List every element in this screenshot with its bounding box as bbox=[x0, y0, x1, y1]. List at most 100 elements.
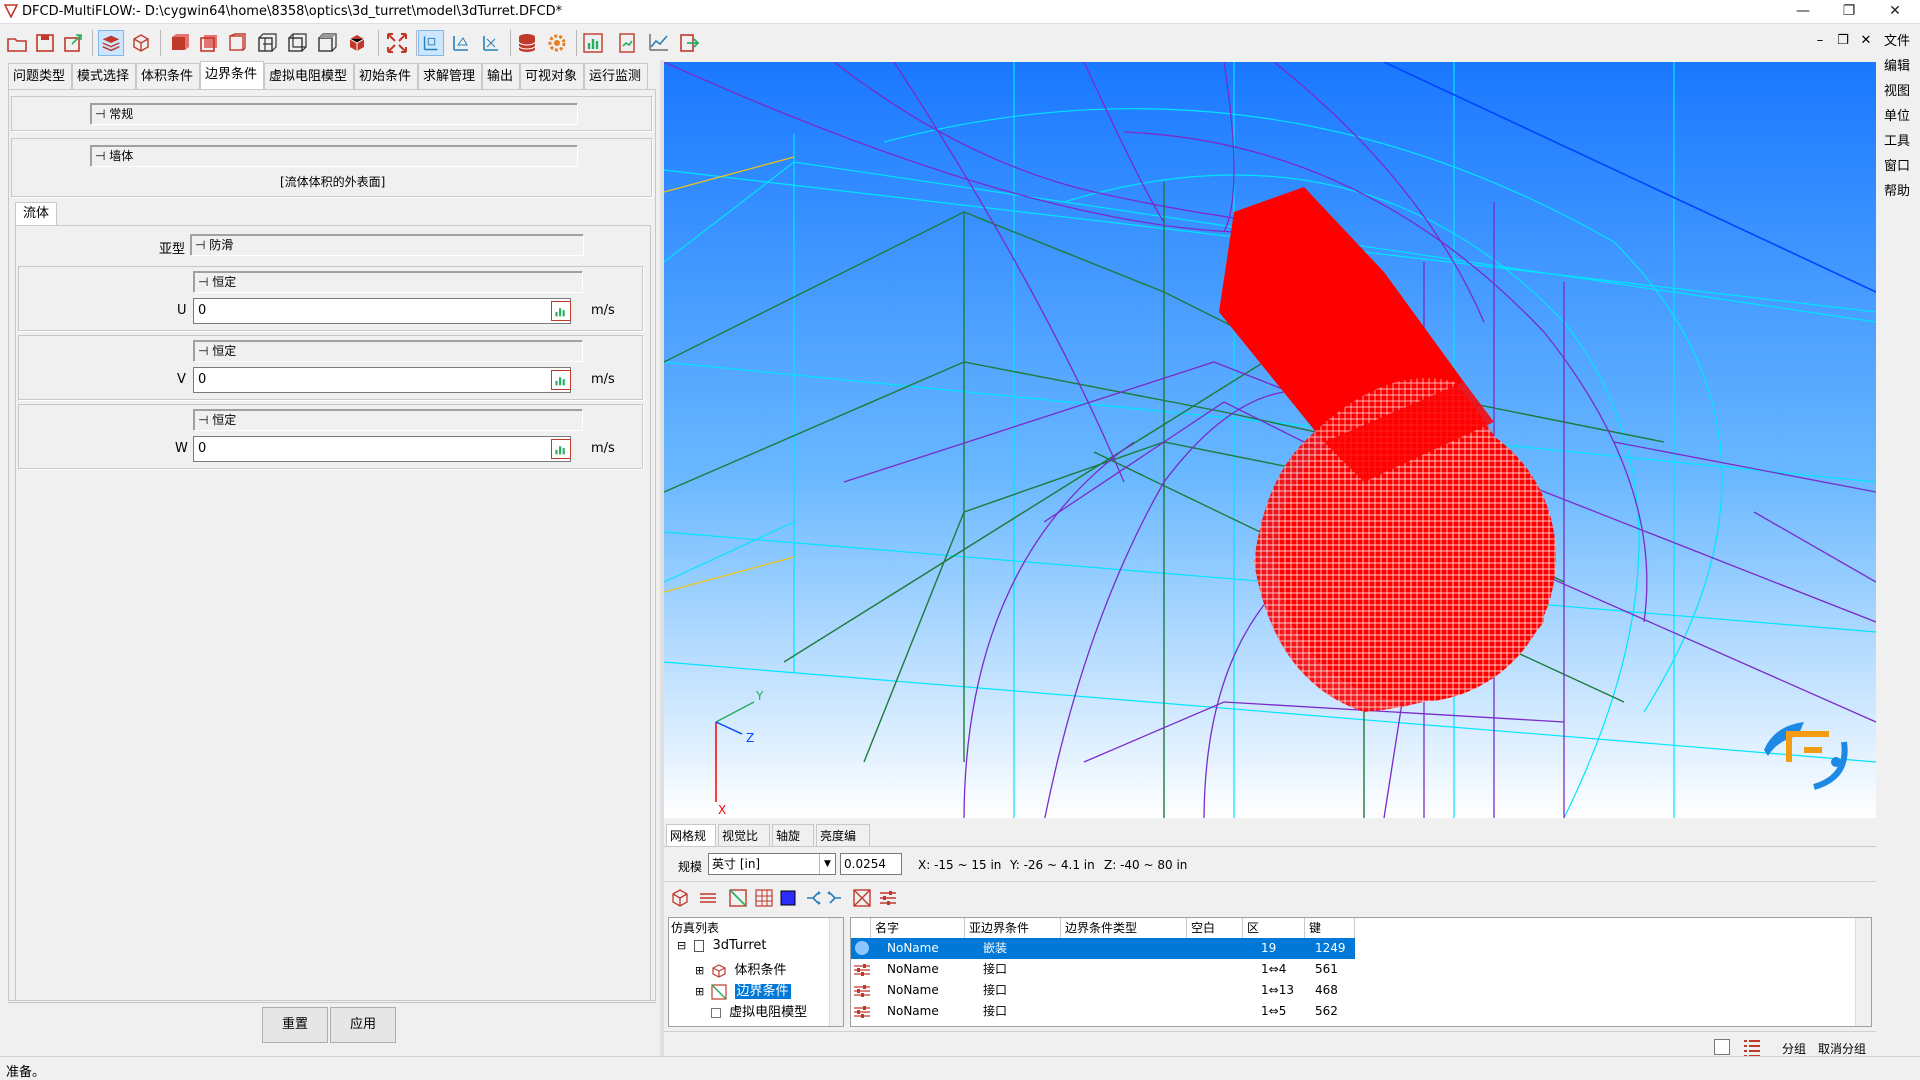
col-header-boundary-type[interactable]: 边界条件类型 bbox=[1061, 918, 1187, 938]
mdi-restore-button[interactable]: ❐ bbox=[1834, 32, 1852, 50]
col-header-sub-boundary[interactable]: 亚边界条件 bbox=[965, 918, 1061, 938]
u-profile-chart-icon[interactable] bbox=[551, 301, 571, 321]
tab-output[interactable]: 输出 bbox=[482, 63, 520, 89]
database-icon[interactable] bbox=[514, 30, 540, 56]
subtype-selector[interactable]: ⊣ 防滑 bbox=[190, 234, 584, 256]
tree-item-virtual-resistance[interactable]: 虚拟电阻模型 bbox=[711, 1001, 807, 1020]
expand-icon[interactable]: ⊞ bbox=[695, 985, 704, 998]
menu-file[interactable]: 文件 bbox=[1884, 30, 1910, 49]
menu-help[interactable]: 帮助 bbox=[1884, 180, 1910, 199]
unit-select[interactable]: 英寸 [in] ▼ bbox=[708, 853, 836, 875]
w-profile-chart-icon[interactable] bbox=[551, 439, 571, 459]
axis-view-3-icon[interactable] bbox=[478, 30, 504, 56]
bar-chart-icon[interactable] bbox=[580, 30, 606, 56]
delete-boundary-icon[interactable] bbox=[852, 888, 872, 908]
tab-solver-management[interactable]: 求解管理 bbox=[418, 63, 482, 89]
minimize-button[interactable]: — bbox=[1780, 0, 1826, 24]
mdi-minimize-button[interactable]: – bbox=[1811, 32, 1829, 50]
split-arrows-icon[interactable] bbox=[804, 888, 824, 908]
merge-arrows-icon[interactable] bbox=[824, 888, 844, 908]
volume-cube-icon[interactable] bbox=[670, 888, 690, 908]
cube-wire-icon[interactable] bbox=[128, 30, 154, 56]
color-square-icon[interactable] bbox=[778, 888, 798, 908]
v-mode-selector[interactable]: ⊣ 恒定 bbox=[193, 340, 583, 362]
group-checkbox[interactable] bbox=[1714, 1039, 1730, 1055]
menu-tools[interactable]: 工具 bbox=[1884, 130, 1910, 149]
table-row[interactable]: NoName 接口 1⇔5 562 bbox=[851, 1001, 1355, 1022]
table-scrollbar[interactable] bbox=[1855, 918, 1871, 1026]
menu-edit[interactable]: 编辑 bbox=[1884, 55, 1910, 74]
general-header[interactable]: ⊣ 常规 bbox=[90, 103, 578, 125]
v-profile-chart-icon[interactable] bbox=[551, 370, 571, 390]
fit-view-icon[interactable] bbox=[384, 30, 410, 56]
wall-header[interactable]: ⊣ 墙体 bbox=[90, 145, 578, 167]
ungroup-button[interactable]: 取消分组 bbox=[1818, 1040, 1866, 1057]
tab-volume-conditions[interactable]: 体积条件 bbox=[136, 63, 200, 89]
col-header-name[interactable]: 名字 bbox=[871, 918, 965, 938]
table-row[interactable]: NoName 接口 1⇔4 561 bbox=[851, 959, 1355, 980]
grid-mesh-icon[interactable] bbox=[754, 888, 774, 908]
u-mode-selector[interactable]: ⊣ 恒定 bbox=[193, 271, 583, 293]
axis-view-2-icon[interactable] bbox=[448, 30, 474, 56]
tab-axis-rotation[interactable]: 轴旋转 bbox=[772, 824, 814, 865]
restore-button[interactable]: ❐ bbox=[1826, 0, 1872, 24]
expand-icon[interactable]: ⊞ bbox=[695, 964, 704, 977]
box-front-icon[interactable] bbox=[196, 30, 222, 56]
tree-item-boundary-conditions[interactable]: ⊞ 边界条件 bbox=[695, 980, 791, 1000]
reset-button[interactable]: 重置 bbox=[262, 1007, 328, 1043]
tab-problem-type[interactable]: 问题类型 bbox=[8, 63, 72, 89]
export-icon[interactable] bbox=[60, 30, 86, 56]
list-view-icon[interactable] bbox=[1742, 1037, 1762, 1057]
u-value-input[interactable]: 0 bbox=[193, 298, 571, 324]
box-side-icon[interactable] bbox=[224, 30, 250, 56]
axis-view-1-icon[interactable] bbox=[418, 30, 444, 56]
tree-item-3dturret[interactable]: ⊟ 3dTurret bbox=[677, 938, 767, 953]
boundary-lines-icon[interactable] bbox=[698, 888, 718, 908]
tab-visual-scale[interactable]: 视觉比例 bbox=[718, 824, 770, 865]
tab-run-monitor[interactable]: 运行监测 bbox=[584, 63, 648, 89]
menu-units[interactable]: 单位 bbox=[1884, 105, 1910, 124]
exit-icon[interactable] bbox=[676, 30, 702, 56]
col-header-key[interactable]: 键 bbox=[1305, 918, 1355, 938]
box-grid-icon[interactable] bbox=[254, 30, 280, 56]
layers-icon[interactable] bbox=[98, 30, 124, 56]
close-button[interactable]: ✕ bbox=[1872, 0, 1918, 24]
red-cube-icon[interactable] bbox=[344, 30, 370, 56]
tab-mesh-scale[interactable]: 网格规模 bbox=[666, 824, 716, 865]
w-mode-selector[interactable]: ⊣ 恒定 bbox=[193, 409, 583, 431]
w-value-input[interactable]: 0 bbox=[193, 436, 571, 462]
table-row[interactable]: NoName 接口 1⇔13 468 bbox=[851, 980, 1355, 1001]
tree-scrollbar[interactable] bbox=[829, 918, 843, 1026]
tab-mode-select[interactable]: 模式选择 bbox=[72, 63, 136, 89]
chevron-down-icon[interactable]: ▼ bbox=[819, 854, 835, 874]
col-header-zone[interactable]: 区 bbox=[1243, 918, 1305, 938]
box-outline-icon[interactable] bbox=[284, 30, 310, 56]
tab-fluid[interactable]: 流体 bbox=[15, 202, 57, 226]
open-folder-icon[interactable] bbox=[4, 30, 30, 56]
tab-brightness-edit[interactable]: 亮度编辑 bbox=[816, 824, 870, 865]
boundary-condition-icon[interactable] bbox=[728, 888, 748, 908]
report-icon[interactable] bbox=[614, 30, 640, 56]
scale-factor-input[interactable]: 0.0254 bbox=[840, 853, 902, 875]
save-icon[interactable] bbox=[32, 30, 58, 56]
tab-initial-conditions[interactable]: 初始条件 bbox=[354, 63, 418, 89]
tab-boundary-conditions[interactable]: 边界条件 bbox=[200, 61, 264, 89]
mdi-close-button[interactable]: ✕ bbox=[1857, 32, 1875, 50]
col-header-blank[interactable]: 空白 bbox=[1187, 918, 1243, 938]
table-row[interactable]: NoName 嵌装 19 1249 bbox=[851, 938, 1355, 959]
tab-virtual-resistance[interactable]: 虚拟电阻模型 bbox=[264, 63, 354, 89]
settings-gear-icon[interactable] bbox=[544, 30, 570, 56]
3d-viewport[interactable]: Y Z X bbox=[664, 62, 1876, 818]
menu-view[interactable]: 视图 bbox=[1884, 80, 1910, 99]
menu-window[interactable]: 窗口 bbox=[1884, 155, 1910, 174]
tab-visual-objects[interactable]: 可视对象 bbox=[520, 63, 584, 89]
group-button[interactable]: 分组 bbox=[1782, 1040, 1806, 1057]
solid-box-icon[interactable] bbox=[166, 30, 192, 56]
collapse-icon[interactable]: ⊟ bbox=[677, 939, 686, 952]
apply-button[interactable]: 应用 bbox=[330, 1007, 396, 1043]
box-top-icon[interactable] bbox=[314, 30, 340, 56]
sliders-icon[interactable] bbox=[878, 888, 898, 908]
tree-item-volume-conditions[interactable]: ⊞ 体积条件 bbox=[695, 959, 787, 979]
v-value-input[interactable]: 0 bbox=[193, 367, 571, 393]
line-chart-icon[interactable] bbox=[646, 30, 672, 56]
